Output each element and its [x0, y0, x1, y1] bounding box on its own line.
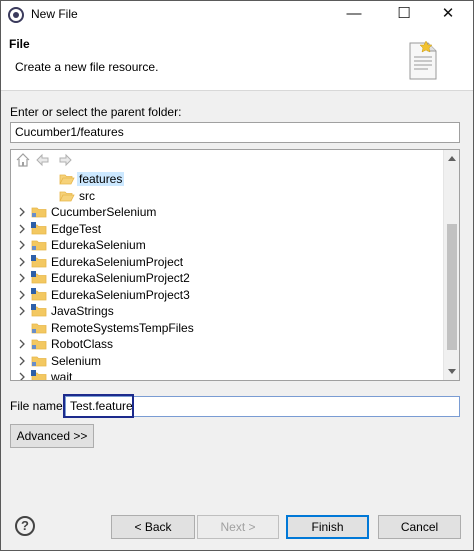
- tree-item-label: JavaStrings: [51, 304, 114, 318]
- help-icon[interactable]: ?: [15, 516, 35, 536]
- scroll-up-icon[interactable]: [448, 156, 456, 161]
- cancel-button[interactable]: Cancel: [378, 515, 461, 539]
- new-file-wizard-icon: [409, 41, 437, 80]
- chevron-right-icon[interactable]: [17, 273, 27, 283]
- tree-item[interactable]: features: [11, 171, 443, 187]
- tree-item-label: EdurekaSelenium: [51, 238, 146, 252]
- minimize-button[interactable]: —: [331, 3, 377, 27]
- java-project-icon: [31, 221, 47, 234]
- tree-item[interactable]: CucumberSelenium: [11, 204, 443, 220]
- tree-item[interactable]: RemoteSystemsTempFiles: [11, 320, 443, 336]
- parent-folder-input[interactable]: Cucumber1/features: [10, 122, 460, 143]
- tree-item-label: features: [77, 172, 125, 186]
- parent-folder-label: Enter or select the parent folder:: [10, 105, 182, 119]
- open-folder-icon: [59, 191, 75, 201]
- open-folder-icon: [59, 174, 75, 185]
- java-project-icon: [31, 287, 47, 300]
- chevron-right-icon[interactable]: [17, 339, 27, 349]
- tree-item[interactable]: EdurekaSeleniumProject3: [11, 287, 443, 303]
- tree-item-label: CucumberSelenium: [51, 205, 157, 219]
- window-title: New File: [31, 7, 78, 21]
- chevron-right-icon[interactable]: [17, 372, 27, 380]
- tree-item[interactable]: src: [11, 188, 443, 204]
- tree-item[interactable]: Selenium: [11, 353, 443, 369]
- file-name-highlight-box: [63, 394, 134, 418]
- tree-item-label: RemoteSystemsTempFiles: [51, 320, 194, 335]
- scroll-down-icon[interactable]: [448, 369, 456, 374]
- project-folder-icon: [31, 207, 47, 218]
- title-bar: New File — ☐ ✕: [1, 1, 473, 29]
- chevron-right-icon[interactable]: [17, 306, 27, 316]
- chevron-right-icon[interactable]: [17, 224, 27, 234]
- tree-item[interactable]: wait: [11, 369, 443, 380]
- tree-item-label: EdurekaSeleniumProject: [51, 254, 184, 269]
- tree-item[interactable]: JavaStrings: [11, 303, 443, 319]
- advanced-button[interactable]: Advanced >>: [10, 424, 94, 448]
- scroll-thumb[interactable]: [447, 224, 457, 350]
- tree-item[interactable]: RobotClass: [11, 336, 443, 352]
- tree-toolbar: [11, 150, 443, 170]
- chevron-right-icon[interactable]: [17, 257, 27, 267]
- project-folder-icon: [31, 356, 47, 366]
- chevron-right-icon[interactable]: [17, 290, 27, 300]
- tree-rows: features src CucumberSelenium EdgeTest Edure…: [11, 170, 443, 380]
- project-folder-icon: [31, 240, 47, 251]
- tree-item-label: EdurekaSeleniumProject3: [51, 287, 190, 302]
- tree-item-label: RobotClass: [51, 337, 114, 351]
- tree-item[interactable]: EdurekaSelenium: [11, 237, 443, 253]
- next-button[interactable]: Next >: [197, 515, 279, 539]
- chevron-right-icon[interactable]: [17, 240, 27, 250]
- tree-item-label: src: [79, 188, 95, 203]
- tree-item-label: EdgeTest: [51, 221, 102, 236]
- back-arrow-icon[interactable]: [35, 152, 51, 168]
- tree-item[interactable]: EdgeTest: [11, 221, 443, 237]
- tree-item-label: wait: [51, 370, 73, 380]
- wizard-header: File Create a new file resource.: [1, 29, 473, 91]
- close-button[interactable]: ✕: [425, 3, 471, 27]
- project-folder-icon: [31, 323, 47, 333]
- tree-item[interactable]: EdurekaSeleniumProject: [11, 254, 443, 270]
- tree-item-label: EdurekaSeleniumProject2: [51, 271, 190, 285]
- finish-button[interactable]: Finish: [286, 515, 369, 539]
- maximize-button[interactable]: ☐: [381, 3, 427, 27]
- back-button[interactable]: < Back: [111, 515, 195, 539]
- java-project-icon: [31, 271, 47, 284]
- tree-scrollbar[interactable]: [443, 150, 459, 380]
- home-icon[interactable]: [15, 152, 31, 168]
- wizard-title: File: [9, 37, 30, 51]
- chevron-right-icon[interactable]: [17, 207, 27, 217]
- eclipse-app-icon: [8, 7, 24, 23]
- project-folder-icon: [31, 339, 47, 350]
- forward-arrow-icon[interactable]: [57, 152, 73, 168]
- java-project-icon: [31, 370, 47, 380]
- wizard-description: Create a new file resource.: [15, 60, 159, 74]
- new-file-dialog: New File — ☐ ✕ File Create a new file re…: [0, 0, 474, 551]
- chevron-right-icon[interactable]: [17, 356, 27, 366]
- tree-item[interactable]: EdurekaSeleniumProject2: [11, 270, 443, 286]
- file-name-label: File name:: [10, 399, 67, 413]
- java-project-icon: [31, 304, 47, 317]
- tree-item-label: Selenium: [51, 353, 102, 368]
- java-project-icon: [31, 254, 47, 267]
- folder-tree[interactable]: features src CucumberSelenium EdgeTest Edure…: [10, 149, 460, 381]
